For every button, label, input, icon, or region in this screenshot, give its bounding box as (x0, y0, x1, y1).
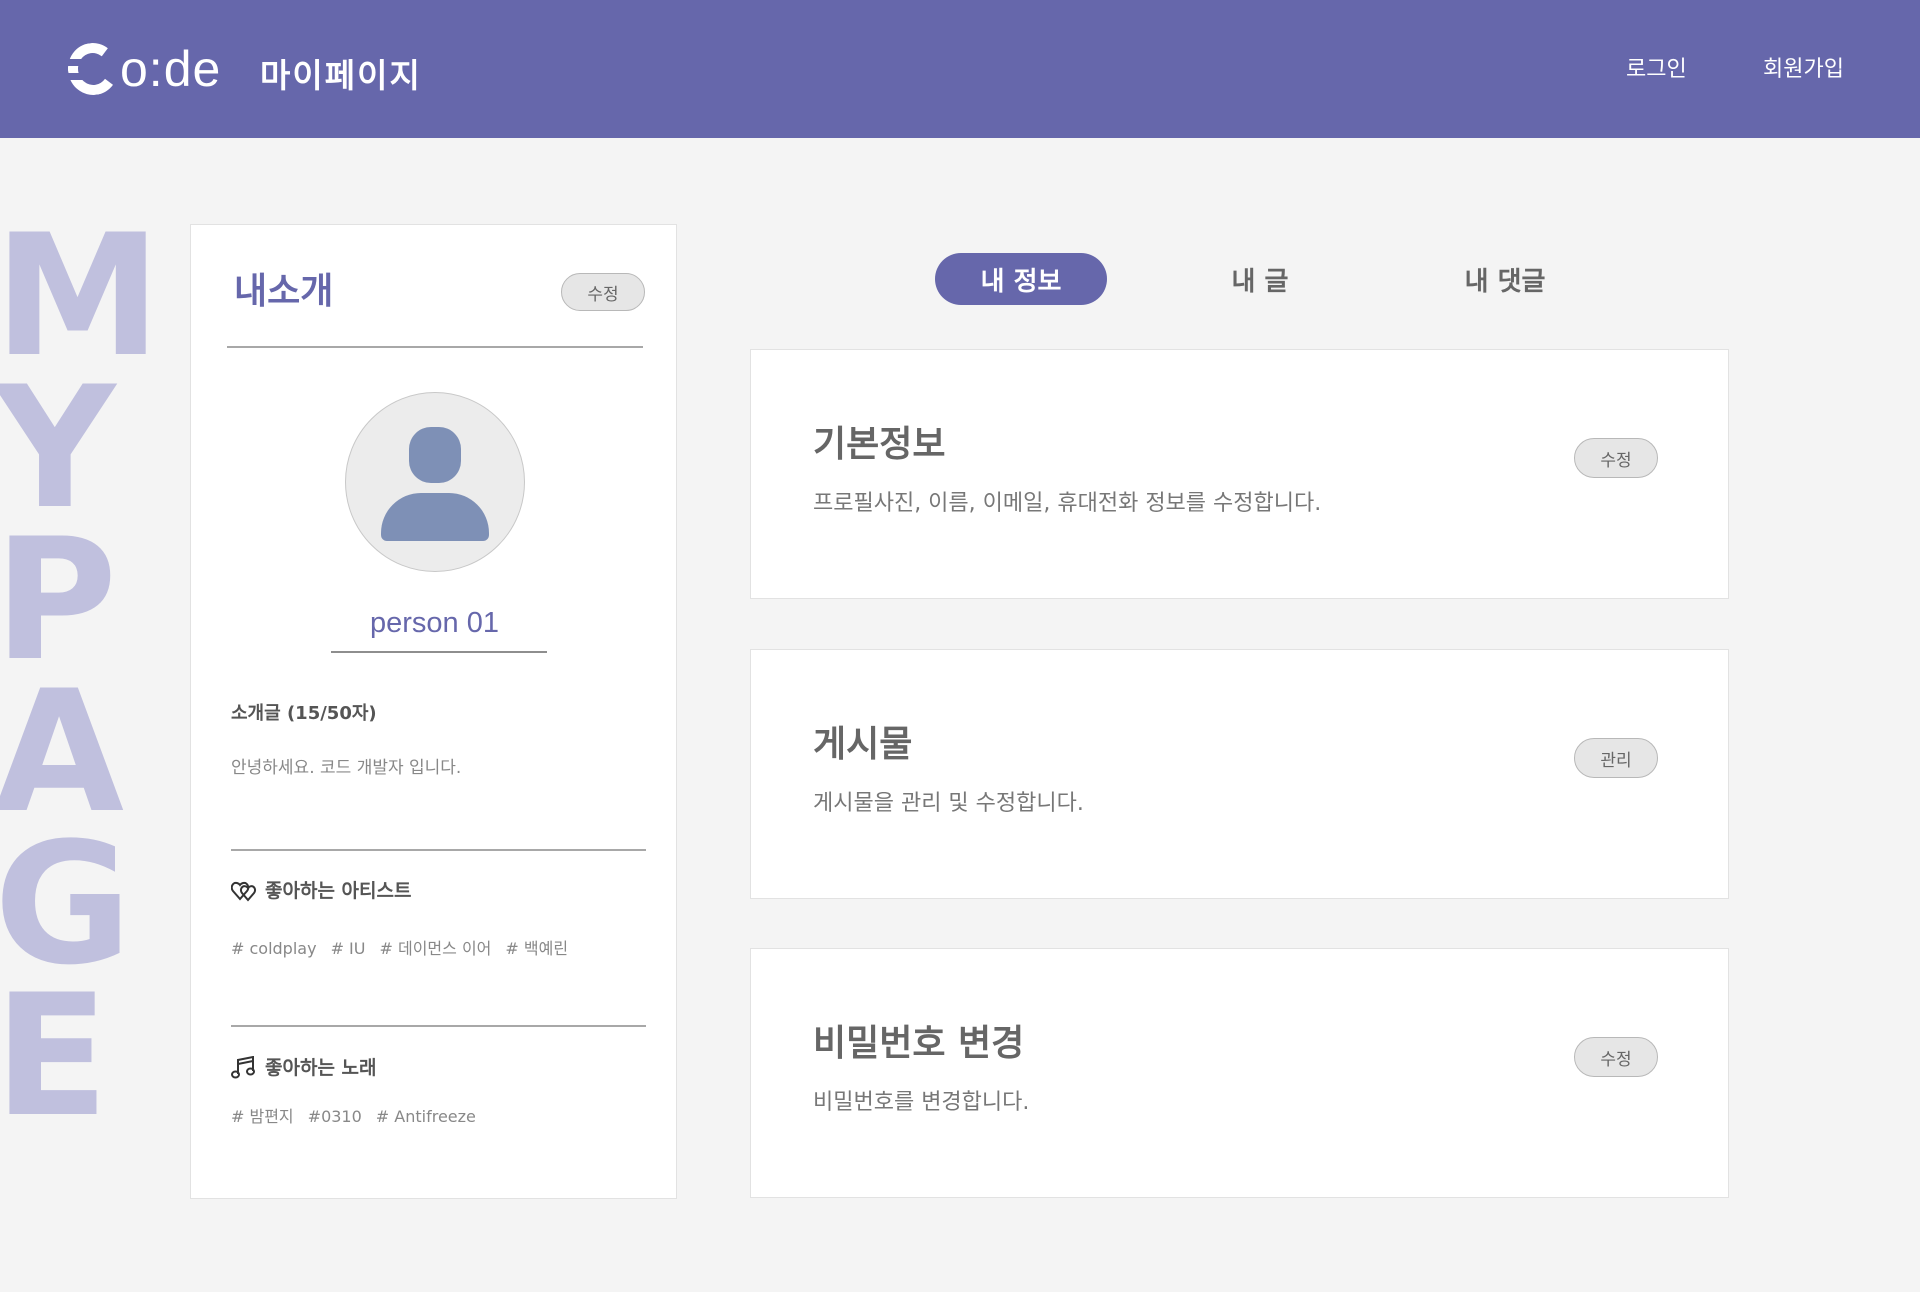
logo-text: o:de (120, 41, 222, 97)
posts-manage-button[interactable]: 관리 (1574, 738, 1658, 778)
intro-edit-button[interactable]: 수정 (561, 273, 645, 311)
tag[interactable]: # IU (331, 936, 366, 962)
profile-card: 내소개 수정 person 01 소개글 (15/50자) 안녕하세요. 코드 … (190, 224, 677, 1199)
side-letter: E (0, 958, 109, 1154)
side-mypage-text: M Y P A G E (0, 212, 161, 1154)
profile-name: person 01 (370, 607, 499, 639)
artist-tags: # coldplay # IU # 데이먼스 이어 # 백예린 (231, 936, 568, 962)
tag[interactable]: # 밤편지 (231, 1104, 294, 1130)
divider (231, 1025, 646, 1027)
intro-title: 내소개 (234, 271, 334, 312)
logo[interactable]: o:de (64, 38, 222, 100)
avatar[interactable] (345, 392, 525, 572)
hearts-icon (231, 881, 256, 902)
card-description: 프로필사진, 이름, 이메일, 휴대전화 정보를 수정합니다. (813, 491, 1322, 516)
posts-card: 게시물 게시물을 관리 및 수정합니다. 관리 (750, 649, 1729, 899)
tab-my-comments[interactable]: 내 댓글 (1440, 253, 1570, 305)
music-notes-icon (231, 1056, 255, 1079)
basic-info-card: 기본정보 프로필사진, 이름, 이메일, 휴대전화 정보를 수정합니다. 수정 (750, 349, 1729, 599)
card-title: 게시물 (813, 724, 913, 765)
password-card: 비밀번호 변경 비밀번호를 변경합니다. 수정 (750, 948, 1729, 1198)
signup-link[interactable]: 회원가입 (1763, 52, 1844, 88)
song-tags: # 밤편지 #0310 # Antifreeze (231, 1104, 476, 1130)
user-silhouette-icon (409, 427, 461, 483)
bio-text: 안녕하세요. 코드 개발자 입니다. (231, 758, 462, 778)
basic-info-edit-button[interactable]: 수정 (1574, 438, 1658, 478)
name-underline (331, 651, 547, 653)
bio-label: 소개글 (15/50자) (231, 703, 377, 724)
header: o:de 마이페이지 로그인 회원가입 (0, 0, 1920, 138)
card-title: 비밀번호 변경 (813, 1023, 1025, 1064)
login-link[interactable]: 로그인 (1626, 52, 1687, 88)
card-title: 기본정보 (813, 424, 946, 465)
divider (227, 346, 643, 348)
logo-c-mark (64, 39, 122, 99)
password-edit-button[interactable]: 수정 (1574, 1037, 1658, 1077)
favorite-songs-label: 좋아하는 노래 (265, 1057, 377, 1079)
divider (231, 849, 646, 851)
tab-my-info[interactable]: 내 정보 (935, 253, 1107, 305)
tab-my-posts[interactable]: 내 글 (1200, 253, 1320, 305)
tag[interactable]: # coldplay (231, 936, 317, 962)
favorite-artists-heading: 좋아하는 아티스트 (231, 877, 411, 905)
favorite-songs-heading: 좋아하는 노래 (231, 1054, 377, 1082)
card-description: 게시물을 관리 및 수정합니다. (813, 791, 1084, 816)
tag[interactable]: # 백예린 (505, 936, 568, 962)
favorite-artists-label: 좋아하는 아티스트 (265, 880, 412, 902)
tag[interactable]: # 데이먼스 이어 (379, 936, 491, 962)
tag[interactable]: # Antifreeze (376, 1104, 476, 1130)
tag[interactable]: #0310 (308, 1104, 362, 1130)
page-title: 마이페이지 (260, 56, 422, 95)
card-description: 비밀번호를 변경합니다. (813, 1090, 1030, 1115)
